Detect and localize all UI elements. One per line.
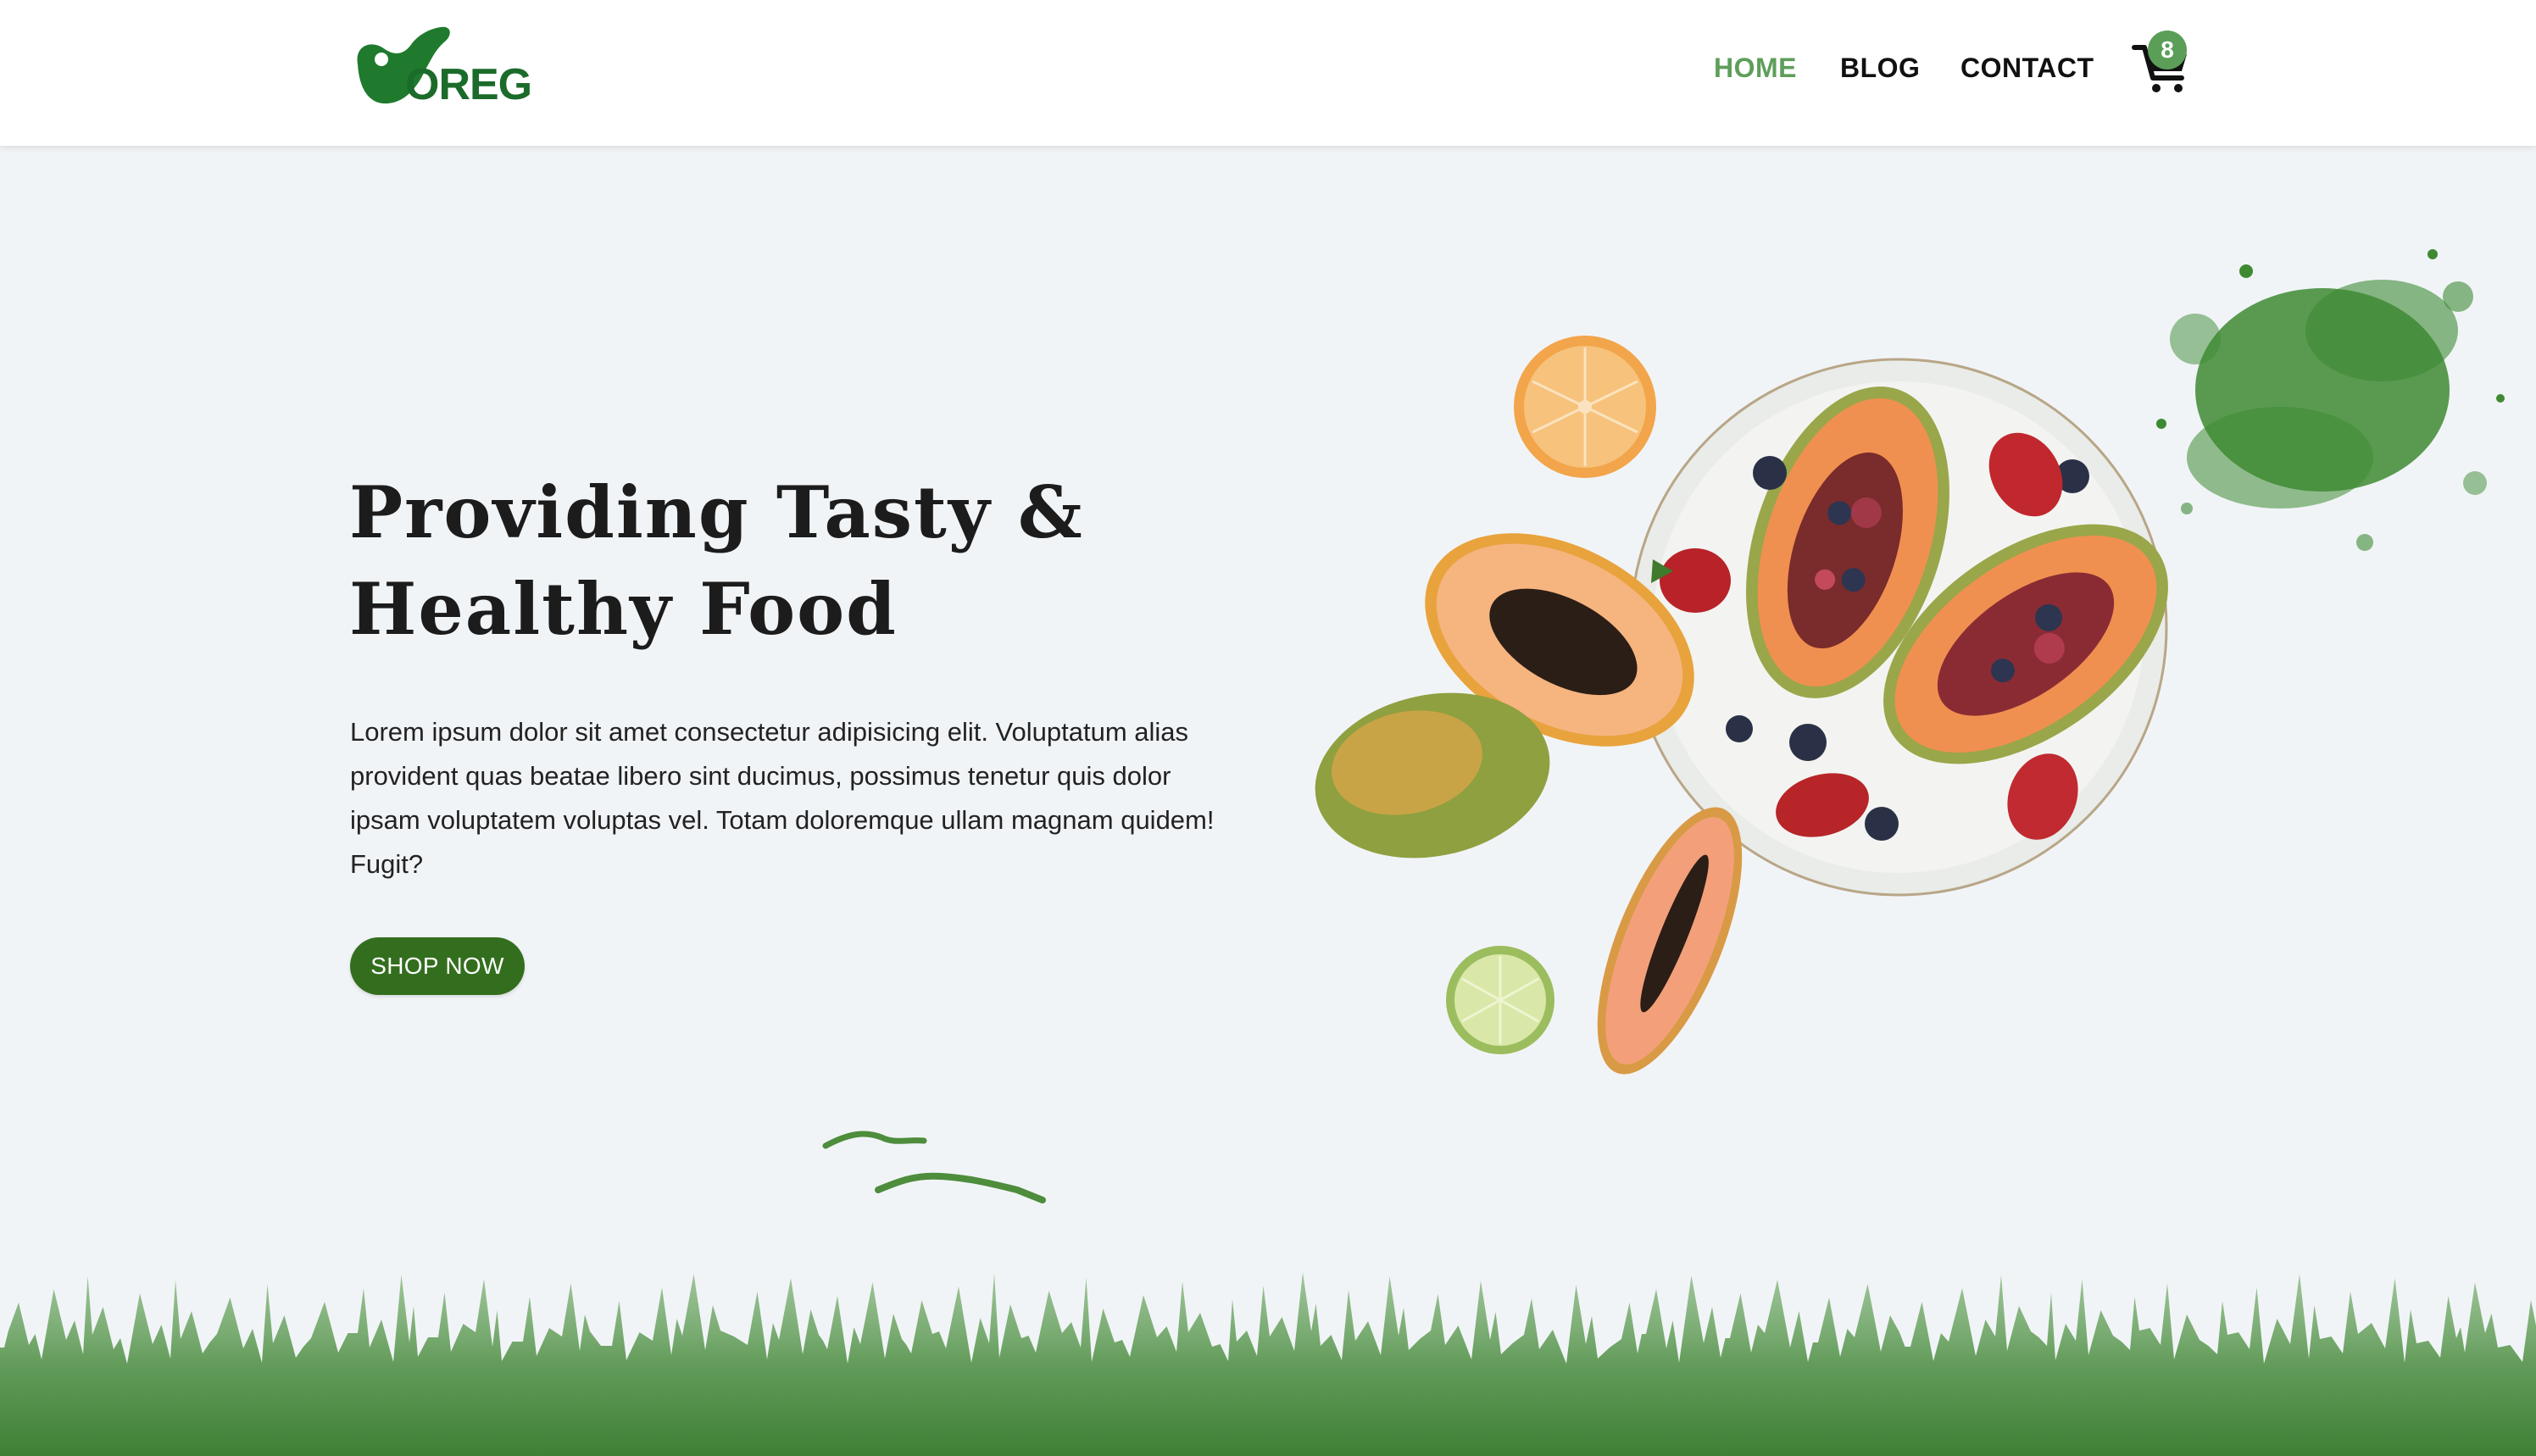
hero-title-line-1: Providing Tasty &: [349, 470, 1084, 554]
orange-slice-image: [1514, 336, 1656, 478]
site-header: OREG HOME BLOG CONTACT 8: [0, 0, 2536, 146]
nav-contact[interactable]: CONTACT: [1960, 53, 2094, 84]
cart-count-badge: 8: [2148, 31, 2187, 69]
nav-blog[interactable]: BLOG: [1840, 53, 1920, 84]
shop-now-button[interactable]: SHOP NOW: [350, 937, 525, 995]
hero-food-image: [1315, 336, 2168, 1075]
nav-home[interactable]: HOME: [1714, 53, 1797, 84]
lime-slice-image: [1446, 946, 1554, 1054]
logo-text: OREG: [405, 60, 532, 109]
grass-border-decoration: [0, 1272, 2536, 1456]
hero-title: Providing Tasty & Healthy Food: [349, 464, 1112, 658]
hero-title-line-2: Healthy Food: [349, 567, 898, 651]
paint-splash-decoration: [2156, 249, 2505, 551]
brush-stroke-decoration: [822, 1131, 1046, 1203]
site-logo[interactable]: OREG: [348, 20, 532, 120]
hero-description: Lorem ipsum dolor sit amet consectetur a…: [350, 717, 1215, 879]
